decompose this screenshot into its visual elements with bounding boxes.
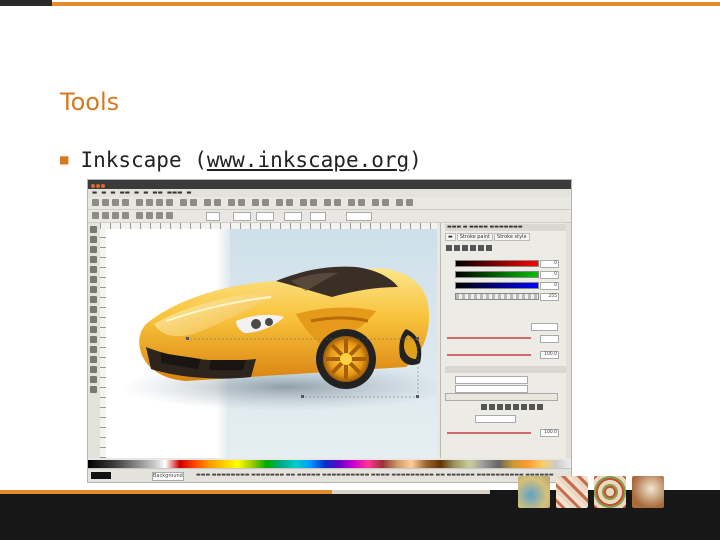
layer-row-2[interactable] [455,385,528,393]
bullet-text-end: ) [409,148,422,172]
color-palette [88,460,571,468]
blur-slider[interactable] [447,337,531,339]
layer-buttons [481,404,545,412]
blue-slider[interactable] [455,282,539,289]
thumbnail-pattern-1 [556,476,588,508]
green-slider[interactable] [455,271,539,278]
tab-fill[interactable]: ▬ [445,233,456,241]
paint-type-buttons [446,245,494,253]
screenshot-tool-controls-bar [88,210,571,223]
bullet-text: Inkscape ( [80,148,207,172]
layer-row-3[interactable] [445,393,558,401]
fill-stroke-panel-header: ▬▬▬ ▬ ▬▬▬▬ ▬▬▬▬▬▬▬ [445,224,567,231]
screenshot-canvas [106,229,437,458]
screenshot-titlebar [88,180,571,189]
fill-stroke-panel: ▬▬▬ ▬ ▬▬▬▬ ▬▬▬▬▬▬▬ ▬ Stroke paint Stroke s… [440,223,571,458]
top-accent-orange [52,2,720,6]
fill-stroke-tabs: ▬ Stroke paint Stroke style [445,233,565,241]
green-value[interactable]: 0 [540,271,559,279]
tab-stroke-paint[interactable]: Stroke paint [456,233,494,241]
screenshot-statusbar: Background ▬▬▬ ▬▬▬▬▬▬▬▬ ▬▬▬▬▬▬▬ ▬▬ ▬▬▬▬▬… [88,468,571,482]
thumbnail-pattern-3 [632,476,664,508]
blur-value[interactable] [540,335,559,343]
blend-mode-select[interactable] [475,415,516,423]
footer-accent-grey [332,490,490,494]
rgba-field[interactable] [531,323,558,331]
thumbnail-map [518,476,550,508]
status-message: ▬▬▬ ▬▬▬▬▬▬▬▬ ▬▬▬▬▬▬▬ ▬▬ ▬▬▬▬▬ ▬▬▬▬▬▬▬▬▬▬… [196,472,554,478]
slide-title: Tools [60,88,120,116]
footer-accent-orange [0,490,332,494]
layers-panel-header [445,366,567,373]
red-slider[interactable] [455,260,539,267]
opacity-value[interactable]: 100.0 [540,351,559,359]
screenshot-command-bar [88,197,571,210]
layer-opacity-value[interactable]: 100.0 [540,429,559,437]
window-controls-icon [91,182,109,188]
bullet-inkscape: ■ Inkscape (www.inkscape.org) [60,148,422,172]
top-accent-bar [0,0,720,6]
opacity-slider[interactable] [447,354,531,356]
current-fill-swatch [91,472,111,479]
sports-car-illustration [121,266,437,411]
screenshot-vertical-scrollbar [566,223,571,458]
blue-value[interactable]: 0 [540,282,559,290]
top-accent-dark [0,0,52,6]
thumbnail-pattern-2 [594,476,626,508]
tab-stroke-style[interactable]: Stroke style [494,233,530,241]
screenshot-menubar: ▬ ▬ ▬ ▬▬ ▬ ▬ ▬▬ ▬▬▬ ▬ [88,189,571,197]
alpha-slider[interactable] [455,293,539,300]
red-value[interactable]: 0 [540,260,559,268]
layer-row-1[interactable] [455,376,528,384]
layer-select[interactable]: Background [152,472,184,481]
inkscape-screenshot: ▬ ▬ ▬ ▬▬ ▬ ▬ ▬▬ ▬▬▬ ▬ ▬▬▬ ▬ ▬▬▬▬ ▬▬▬▬▬▬▬… [87,179,572,483]
inkscape-link[interactable]: www.inkscape.org [207,148,409,172]
layer-opacity-slider[interactable] [447,432,531,434]
bullet-square-icon: ■ [60,152,69,168]
alpha-value[interactable]: 255 [540,293,559,301]
